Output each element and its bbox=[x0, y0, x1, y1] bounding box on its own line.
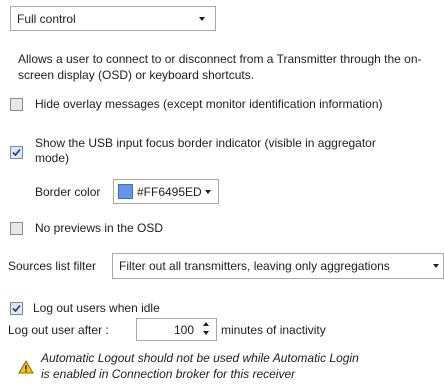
logout-idle-label: Log out users when idle bbox=[33, 301, 160, 315]
logout-idle-checkbox[interactable] bbox=[10, 302, 23, 315]
access-level-dropdown[interactable]: Full control bbox=[10, 6, 216, 31]
checkmark-icon bbox=[12, 148, 21, 157]
usb-focus-checkbox[interactable] bbox=[10, 146, 23, 159]
border-color-label: Border color bbox=[35, 185, 101, 199]
no-previews-checkbox[interactable] bbox=[10, 222, 23, 235]
border-color-dropdown[interactable]: #FF6495ED bbox=[113, 179, 219, 204]
logout-after-label: Log out user after : bbox=[8, 323, 109, 337]
border-color-value: #FF6495ED bbox=[137, 184, 202, 199]
checkmark-icon bbox=[12, 304, 21, 313]
logout-minutes-suffix: minutes of inactivity bbox=[221, 323, 326, 337]
logout-minutes-value: 100 bbox=[173, 323, 194, 337]
hide-overlay-label: Hide overlay messages (except monitor id… bbox=[35, 97, 383, 111]
sources-filter-dropdown[interactable]: Filter out all transmitters, leaving onl… bbox=[112, 253, 444, 279]
spin-up-icon[interactable] bbox=[203, 322, 209, 326]
access-description: Allows a user to connect to or disconnec… bbox=[18, 52, 422, 82]
color-swatch bbox=[118, 184, 133, 199]
no-previews-label: No previews in the OSD bbox=[35, 221, 164, 235]
logout-warning-text: Automatic Logout should not be used whil… bbox=[41, 351, 359, 381]
sources-filter-label: Sources list filter bbox=[8, 259, 97, 273]
warning-icon bbox=[18, 360, 34, 374]
access-level-value: Full control bbox=[17, 11, 76, 26]
logout-minutes-stepper[interactable]: 100 bbox=[136, 318, 217, 341]
chevron-down-icon bbox=[199, 17, 205, 21]
sources-filter-value: Filter out all transmitters, leaving onl… bbox=[119, 259, 390, 273]
hide-overlay-checkbox[interactable] bbox=[10, 98, 23, 111]
chevron-down-icon bbox=[205, 190, 211, 194]
chevron-down-icon bbox=[433, 264, 439, 268]
spin-down-icon[interactable] bbox=[203, 331, 209, 335]
usb-focus-label: Show the USB input focus border indicato… bbox=[35, 136, 376, 165]
